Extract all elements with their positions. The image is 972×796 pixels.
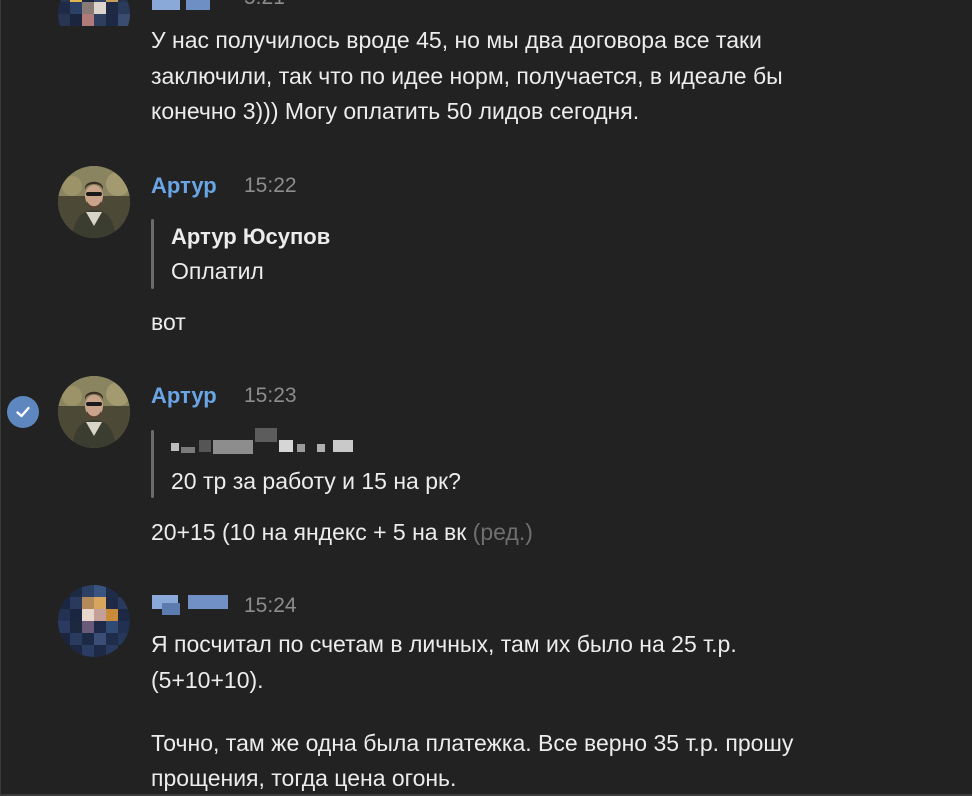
message-timestamp: 15:23: [244, 384, 297, 407]
chat-message-list: 5:21 У нас получилось вроде 45, но мы дв…: [0, 0, 972, 796]
author-name[interactable]: Артур: [151, 173, 217, 199]
message-text-line: заключили, так что по идее норм, получае…: [151, 63, 783, 89]
message-text-line: Точно, там же одна была платежка. Все ве…: [151, 730, 794, 756]
quote-bar: [151, 430, 154, 498]
message-text-line: конечно 3))) Могу оплатить 50 лидов сего…: [151, 98, 640, 124]
author-name-redacted-part: [186, 0, 210, 10]
avatar-artur[interactable]: [58, 166, 130, 238]
avatar-artur[interactable]: [58, 376, 130, 448]
avatar-pixelated[interactable]: [58, 585, 130, 657]
quote-text[interactable]: 20 тр за работу и 15 на рк?: [171, 463, 461, 499]
selected-check-icon[interactable]: [7, 396, 39, 428]
message-text-line: У нас получилось вроде 45, но мы два дог…: [151, 27, 762, 53]
message-timestamp: 15:22: [244, 174, 297, 197]
message-text-line: Я посчитал по счетам в личных, там их бы…: [151, 631, 737, 657]
author-name-redacted: [152, 0, 180, 10]
quote-text[interactable]: Оплатил: [171, 253, 264, 289]
author-name-redacted-part: [188, 595, 228, 609]
message-text-line: прощения, тогда цена огонь.: [151, 765, 457, 791]
quote-author[interactable]: Артур Юсупов: [171, 224, 330, 250]
edited-label: (ред.): [472, 519, 533, 545]
quote-bar: [151, 219, 154, 289]
avatar-pixelated[interactable]: [58, 0, 130, 50]
author-name-redacted-part: [162, 603, 180, 615]
pane-divider: [0, 0, 1, 796]
message-text-line: (5+10+10).: [151, 667, 264, 693]
author-name[interactable]: Артур: [151, 383, 217, 409]
message-text: 20+15 (10 на яндекс + 5 на вк (ред.): [151, 514, 533, 550]
message-text: вот: [151, 309, 186, 335]
message-text-body: 20+15 (10 на яндекс + 5 на вк: [151, 519, 467, 545]
message-timestamp: 5:21: [244, 0, 285, 10]
message-timestamp: 15:24: [244, 594, 297, 617]
